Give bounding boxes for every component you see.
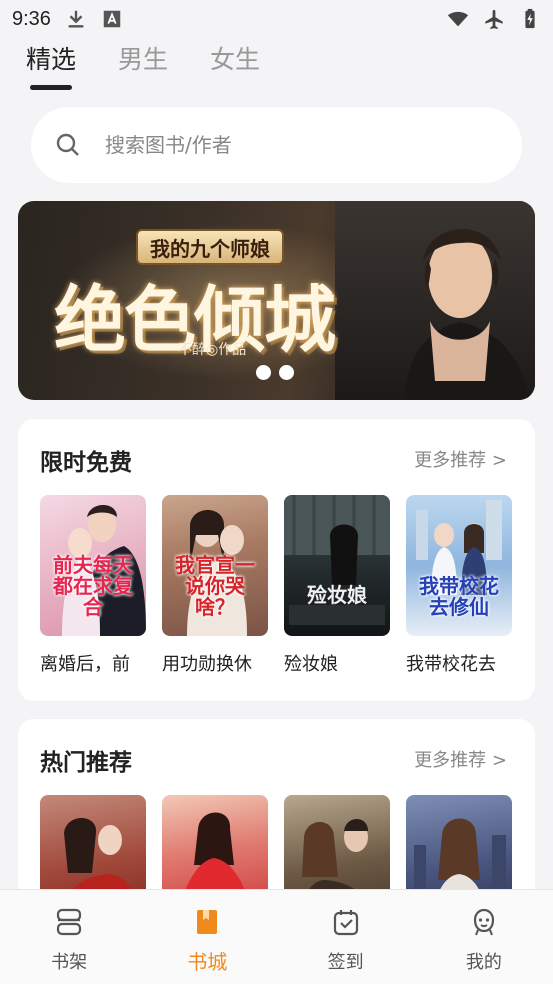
- book-cover-title: 我带校花去修仙: [419, 574, 499, 619]
- status-bar: 9:36: [0, 0, 553, 38]
- top-tabs: 精选 男生 女生: [26, 40, 260, 90]
- checkin-icon: [330, 906, 362, 938]
- book-cover-title: 前夫每天都在求复合: [53, 553, 133, 619]
- book-cover[interactable]: 我带校花去修仙: [406, 495, 512, 636]
- banner-author: 不醉◎作品: [178, 342, 247, 358]
- airplane-icon: [483, 8, 505, 30]
- search-icon: [55, 132, 81, 158]
- book-cover[interactable]: 前夫每天都在求复合: [40, 495, 146, 636]
- status-time: 9:36: [12, 7, 51, 30]
- nav-checkin[interactable]: 签到: [277, 890, 415, 984]
- battery-charging-icon: [519, 8, 541, 30]
- banner-dot-1[interactable]: [256, 365, 271, 380]
- free-section-title: 限时免费: [40, 450, 132, 476]
- book-title: 殓妆娘: [284, 654, 338, 675]
- hot-more-link[interactable]: 更多推荐 >: [414, 746, 507, 772]
- book-item[interactable]: 我带校花去修仙 我带校花去: [406, 495, 512, 676]
- book-item[interactable]: 我官宣一说你哭啥？ 用功勋换休: [162, 495, 268, 676]
- tab-female[interactable]: 女生: [210, 40, 260, 88]
- wifi-icon: [447, 8, 469, 30]
- tab-featured[interactable]: 精选: [26, 40, 76, 90]
- banner-subtitle: 我的九个师娘: [136, 229, 284, 265]
- nav-label: 书架: [51, 952, 88, 973]
- book-cover-title: 殓妆娘: [307, 583, 367, 607]
- bookshelf-icon: [53, 906, 85, 938]
- tab-male[interactable]: 男生: [118, 40, 168, 88]
- book-cover[interactable]: 我官宣一说你哭啥？: [162, 495, 268, 636]
- nav-label: 书城: [187, 950, 228, 974]
- nav-bookshelf[interactable]: 书架: [0, 890, 138, 984]
- download-icon: [65, 8, 87, 30]
- nav-label: 签到: [327, 952, 364, 973]
- book-title: 用功勋换休: [162, 654, 252, 675]
- book-cover[interactable]: 殓妆娘: [284, 495, 390, 636]
- font-a-icon: [101, 8, 123, 30]
- book-title: 离婚后，前: [40, 654, 130, 675]
- banner-dot-2[interactable]: [279, 365, 294, 380]
- nav-profile[interactable]: 我的: [415, 890, 553, 984]
- free-book-list: 前夫每天都在求复合 离婚后，前 我官宣一说你哭啥？ 用功勋换休 殓妆娘 殓妆娘 …: [40, 495, 512, 676]
- banner-pagination[interactable]: [256, 365, 294, 380]
- nav-label: 我的: [465, 952, 502, 973]
- book-cover-title: 我官宣一说你哭啥？: [175, 553, 255, 619]
- free-section: 限时免费 更多推荐 > 前夫每天都在求复合 离婚后，前 我官宣一说你哭啥？ 用功…: [18, 419, 535, 701]
- search-input[interactable]: [105, 133, 485, 157]
- banner-character-image: [335, 201, 535, 400]
- bookstore-icon: [191, 906, 223, 938]
- hot-section-title: 热门推荐: [40, 750, 132, 776]
- free-more-link[interactable]: 更多推荐 >: [414, 446, 507, 472]
- profile-icon: [468, 906, 500, 938]
- book-item[interactable]: 前夫每天都在求复合 离婚后，前: [40, 495, 146, 676]
- nav-bookstore[interactable]: 书城: [138, 890, 276, 984]
- search-bar[interactable]: [31, 107, 522, 183]
- bottom-nav: 书架 书城 签到 我的: [0, 889, 553, 984]
- book-item[interactable]: 殓妆娘 殓妆娘: [284, 495, 390, 676]
- book-title: 我带校花去: [406, 654, 496, 675]
